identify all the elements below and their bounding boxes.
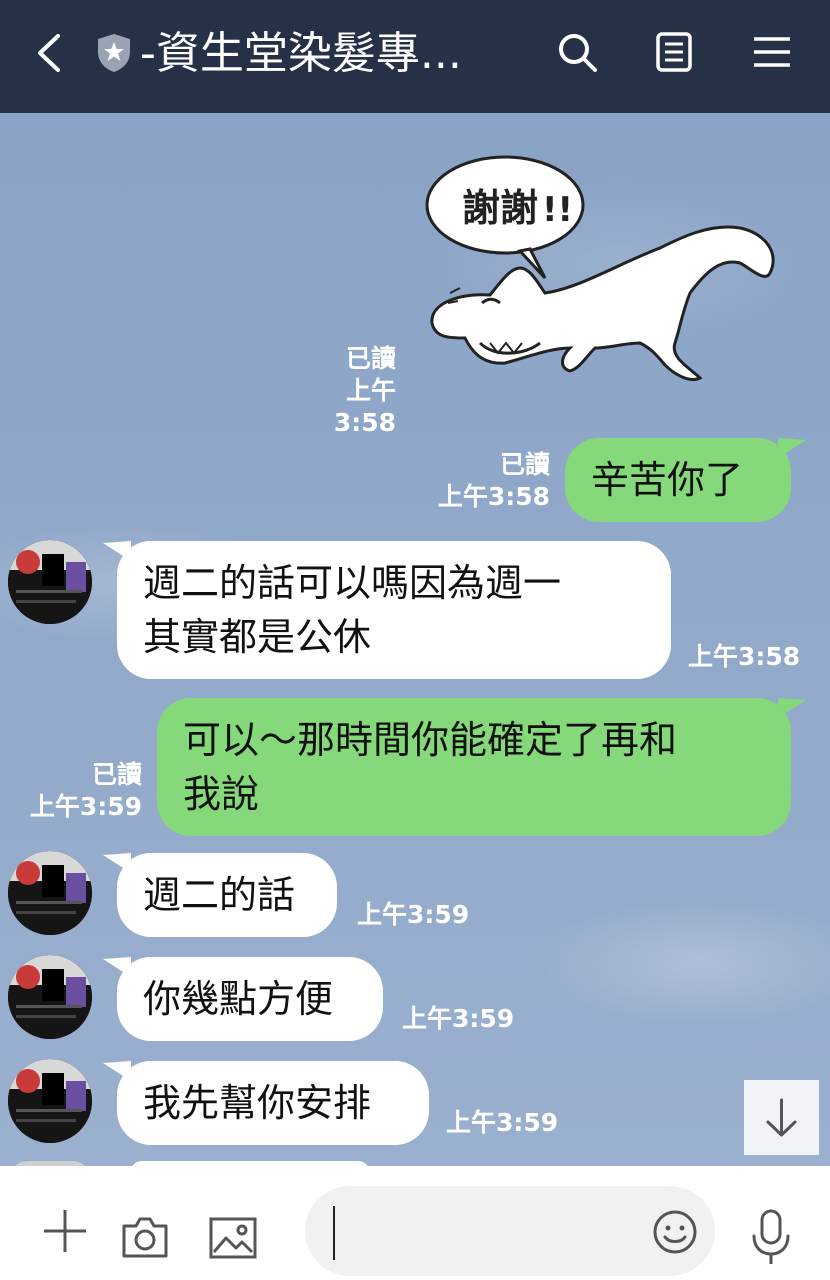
emoji-icon[interactable] [651, 1208, 699, 1256]
search-icon[interactable] [555, 30, 599, 74]
incoming-message-bubble[interactable]: 我先幫你安排 [117, 1061, 429, 1145]
plus-icon[interactable] [40, 1206, 90, 1256]
bubble-tail [103, 1061, 131, 1081]
back-arrow-icon[interactable] [30, 30, 70, 76]
avatar-image [8, 955, 92, 1039]
message-time: 上午3:58 [333, 376, 396, 437]
arrow-down-icon [766, 1098, 797, 1137]
bubble-tail [778, 698, 806, 718]
message-text-line: 其實都是公休 [143, 615, 372, 659]
read-receipt: 已讀 [345, 344, 396, 373]
message-text: 我先幫你安排 [143, 1081, 372, 1125]
message-time: 上午3:58 [437, 482, 550, 511]
message-text: 週二的話 [143, 873, 296, 917]
message-text-line: 週二的話可以嗎因為週一 [143, 561, 562, 605]
message-text: 辛苦你了 [591, 458, 744, 502]
bubble-tail [778, 438, 806, 458]
incoming-message-bubble[interactable]: 週二的話可以嗎因為週一 其實都是公休 [117, 541, 671, 679]
bubble-tail [103, 541, 131, 561]
message-time: 上午3:59 [402, 1004, 515, 1033]
bubble-tail [103, 853, 131, 873]
bubble-tail [103, 957, 131, 977]
incoming-message-bubble[interactable]: 你幾點方便 [117, 957, 383, 1041]
avatar[interactable] [8, 540, 92, 624]
message-time: 上午3:58 [688, 642, 801, 671]
message-composer [0, 1166, 830, 1280]
message-time: 上午3:59 [29, 792, 142, 821]
message-text: 你幾點方便 [143, 977, 334, 1021]
message-input[interactable] [305, 1186, 715, 1276]
sticker-meta: 已讀 上午3:58 [300, 343, 396, 439]
read-receipt: 已讀 [499, 450, 550, 479]
message-meta: 已讀 上午3:59 [20, 759, 142, 823]
chat-title[interactable]: -資生堂染髮專... [140, 24, 520, 84]
avatar-image [8, 540, 92, 624]
camera-icon[interactable] [120, 1214, 170, 1260]
svg-text:!!: !! [542, 190, 573, 230]
outgoing-message-bubble[interactable]: 可以～那時間你能確定了再和 我說 [157, 698, 791, 836]
shield-star-icon [98, 34, 130, 72]
image-icon[interactable] [208, 1216, 258, 1260]
message-time: 上午3:59 [357, 900, 470, 929]
microphone-icon[interactable] [748, 1208, 794, 1268]
avatar[interactable] [8, 955, 92, 1039]
outgoing-message-bubble[interactable]: 辛苦你了 [565, 438, 791, 522]
message-text-line: 我說 [183, 772, 260, 816]
avatar[interactable] [8, 851, 92, 935]
avatar-image [8, 1059, 92, 1143]
incoming-message-bubble[interactable]: 週二的話 [117, 853, 337, 937]
notes-icon[interactable] [652, 30, 696, 74]
sticker-text: 謝謝 [462, 186, 538, 230]
text-caret [333, 1206, 335, 1260]
thank-you-dinosaur-sticker[interactable]: 謝謝 !! [420, 143, 800, 393]
avatar[interactable] [8, 1059, 92, 1143]
read-receipt: 已讀 [91, 760, 142, 789]
menu-icon[interactable] [750, 30, 794, 74]
message-meta: 已讀 上午3:58 [430, 449, 550, 513]
scroll-to-bottom-button[interactable] [744, 1080, 819, 1155]
chat-area[interactable]: 謝謝 !! 已讀 上午3:58 已讀 上午3:58 辛苦你了 週二的話可以嗎因為… [0, 113, 830, 1166]
message-time: 上午3:59 [446, 1108, 559, 1137]
avatar-image [8, 851, 92, 935]
message-text-line: 可以～那時間你能確定了再和 [183, 718, 678, 762]
chat-header: -資生堂染髮專... [0, 0, 830, 113]
